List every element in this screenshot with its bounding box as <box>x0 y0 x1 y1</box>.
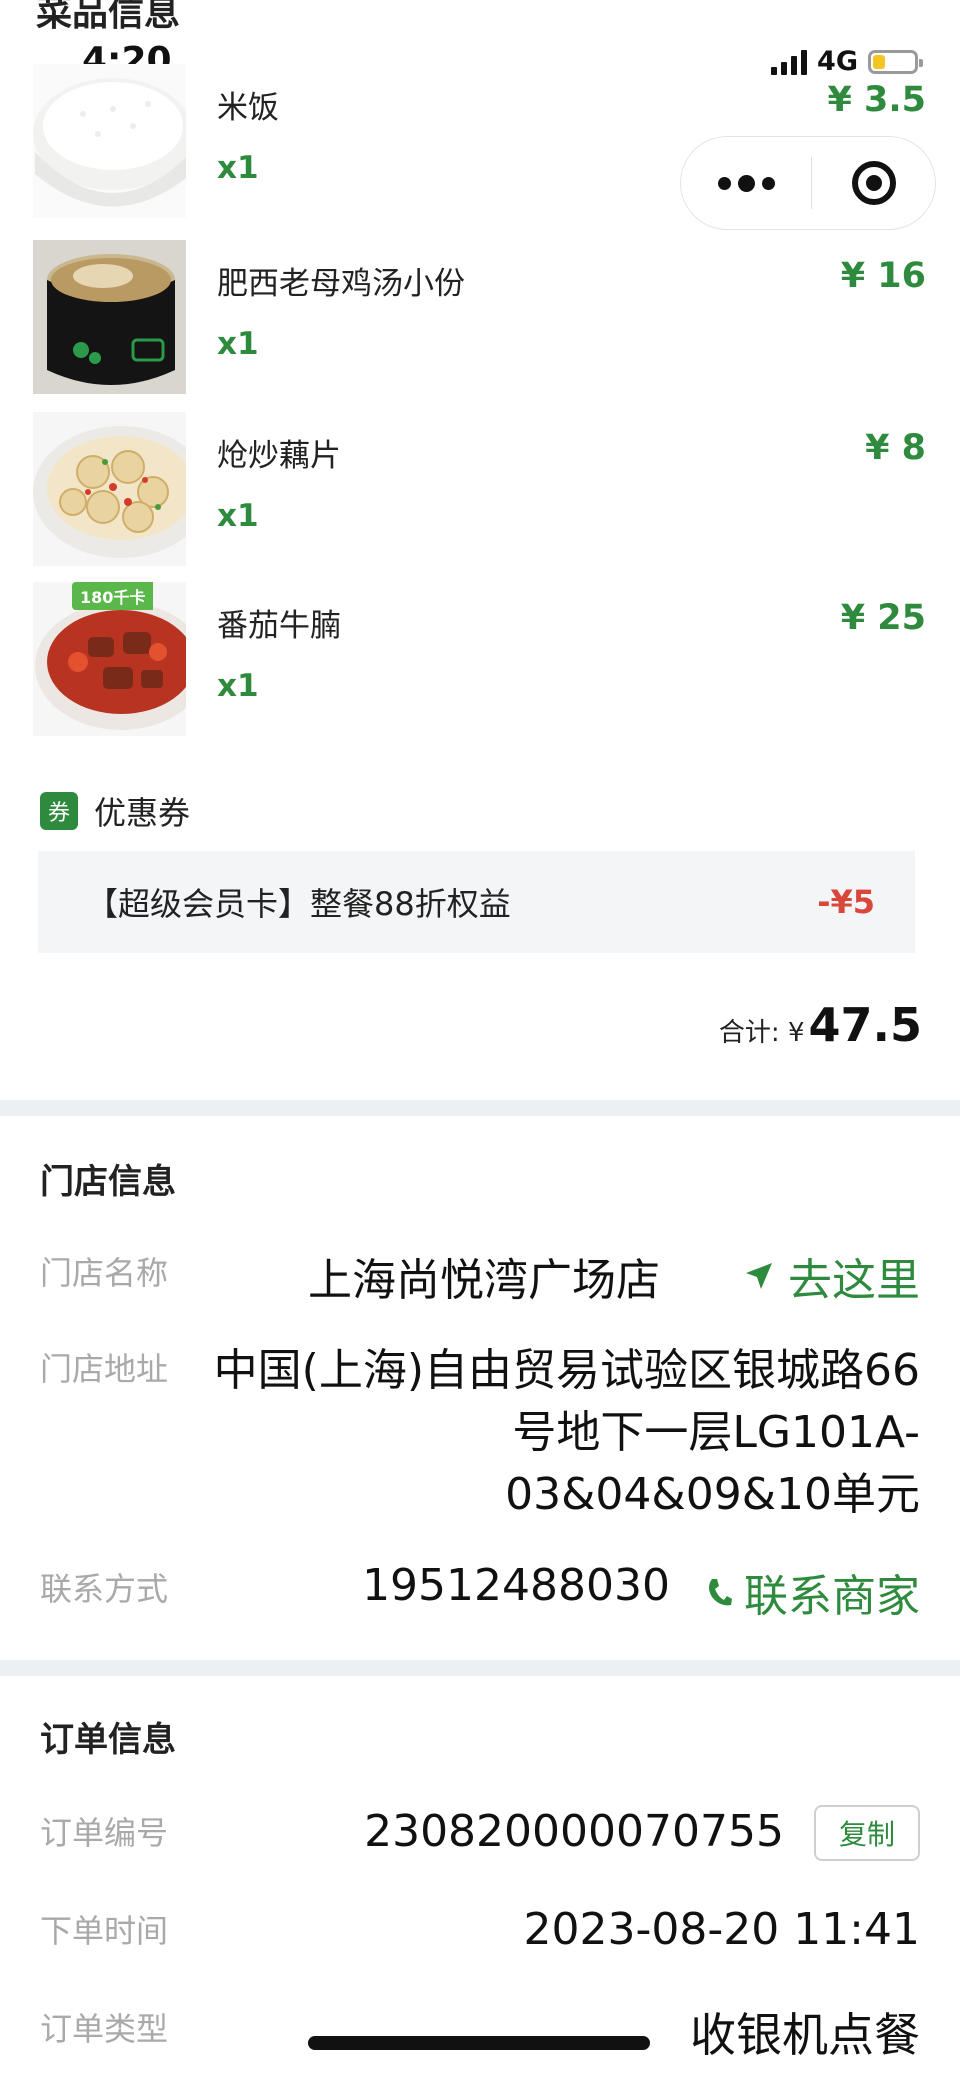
order-number-label: 订单编号 <box>40 1814 169 1852</box>
dish-item: 炝炒藕片 x1 ¥ 8 <box>0 412 960 566</box>
dish-section-title: 菜品信息 <box>36 0 181 34</box>
dish-qty: x1 <box>217 668 259 704</box>
dish-item: 肥西老母鸡汤小份 x1 ¥ 16 <box>0 240 960 394</box>
calorie-badge: 180千卡 <box>72 582 154 610</box>
coupon-icon: 券 <box>40 792 78 830</box>
order-section-title: 订单信息 <box>40 1720 176 1760</box>
dish-qty: x1 <box>217 150 259 186</box>
home-indicator[interactable] <box>308 2036 650 2050</box>
store-name-label: 门店名称 <box>40 1254 169 1292</box>
dish-name: 肥西老母鸡汤小份 <box>217 266 465 302</box>
dish-name: 米饭 <box>217 90 279 126</box>
phone-icon <box>709 1579 732 1606</box>
order-number: 230820000070755 <box>364 1806 784 1857</box>
order-type-label: 订单类型 <box>40 2010 169 2048</box>
dish-price: ¥ 8 <box>865 428 926 468</box>
dish-image-rice <box>33 64 186 218</box>
dish-image-lotus <box>33 412 186 566</box>
coupon-row[interactable]: 【超级会员卡】整餐88折权益 -¥5 <box>38 851 915 953</box>
navigate-label: 去这里 <box>788 1255 920 1306</box>
dish-item: 180千卡 番茄牛腩 x1 ¥ 25 <box>0 582 960 736</box>
coupon-name: 【超级会员卡】整餐88折权益 <box>86 885 511 923</box>
store-phone: 19512488030 <box>362 1560 670 1611</box>
dish-price: ¥ 16 <box>840 256 926 296</box>
section-divider <box>0 1100 960 1116</box>
coupon-title: 优惠券 <box>94 794 191 832</box>
dish-image-soup <box>33 240 186 394</box>
dish-qty: x1 <box>217 326 259 362</box>
order-time-label: 下单时间 <box>40 1912 169 1950</box>
copy-button[interactable]: 复制 <box>814 1805 920 1861</box>
coupon-amount: -¥5 <box>817 883 875 921</box>
total-value: 47.5 <box>808 998 923 1052</box>
dish-price: ¥ 3.5 <box>827 80 926 120</box>
store-section-title: 门店信息 <box>40 1162 176 1202</box>
contact-merchant-button[interactable]: 联系商家 <box>706 1560 920 1624</box>
dish-name: 番茄牛腩 <box>217 608 341 644</box>
order-time: 2023-08-20 11:41 <box>523 1904 921 1955</box>
dish-name: 炝炒藕片 <box>217 438 341 474</box>
order-type: 收银机点餐 <box>690 2008 920 2062</box>
dish-qty: x1 <box>217 498 259 534</box>
store-name: 上海尚悦湾广场店 <box>308 1255 660 1306</box>
section-divider <box>0 1660 960 1676</box>
store-address-label: 门店地址 <box>40 1350 169 1388</box>
contact-merchant-label: 联系商家 <box>744 1571 920 1622</box>
store-address: 中国(上海)自由贸易试验区银城路66号地下一层LG101A-03&04&09&1… <box>213 1345 920 1520</box>
total-label: 合计: ¥ <box>718 1018 805 1048</box>
location-arrow-icon <box>746 1263 772 1289</box>
navigate-button[interactable]: 去这里 <box>744 1244 920 1308</box>
order-total: 合计: ¥ 47.5 <box>719 998 922 1052</box>
coupon-header: 券 优惠券 <box>40 788 190 834</box>
contact-label: 联系方式 <box>40 1570 169 1608</box>
dish-price: ¥ 25 <box>840 598 926 638</box>
dish-item: 米饭 x1 ¥ 3.5 <box>0 64 960 218</box>
